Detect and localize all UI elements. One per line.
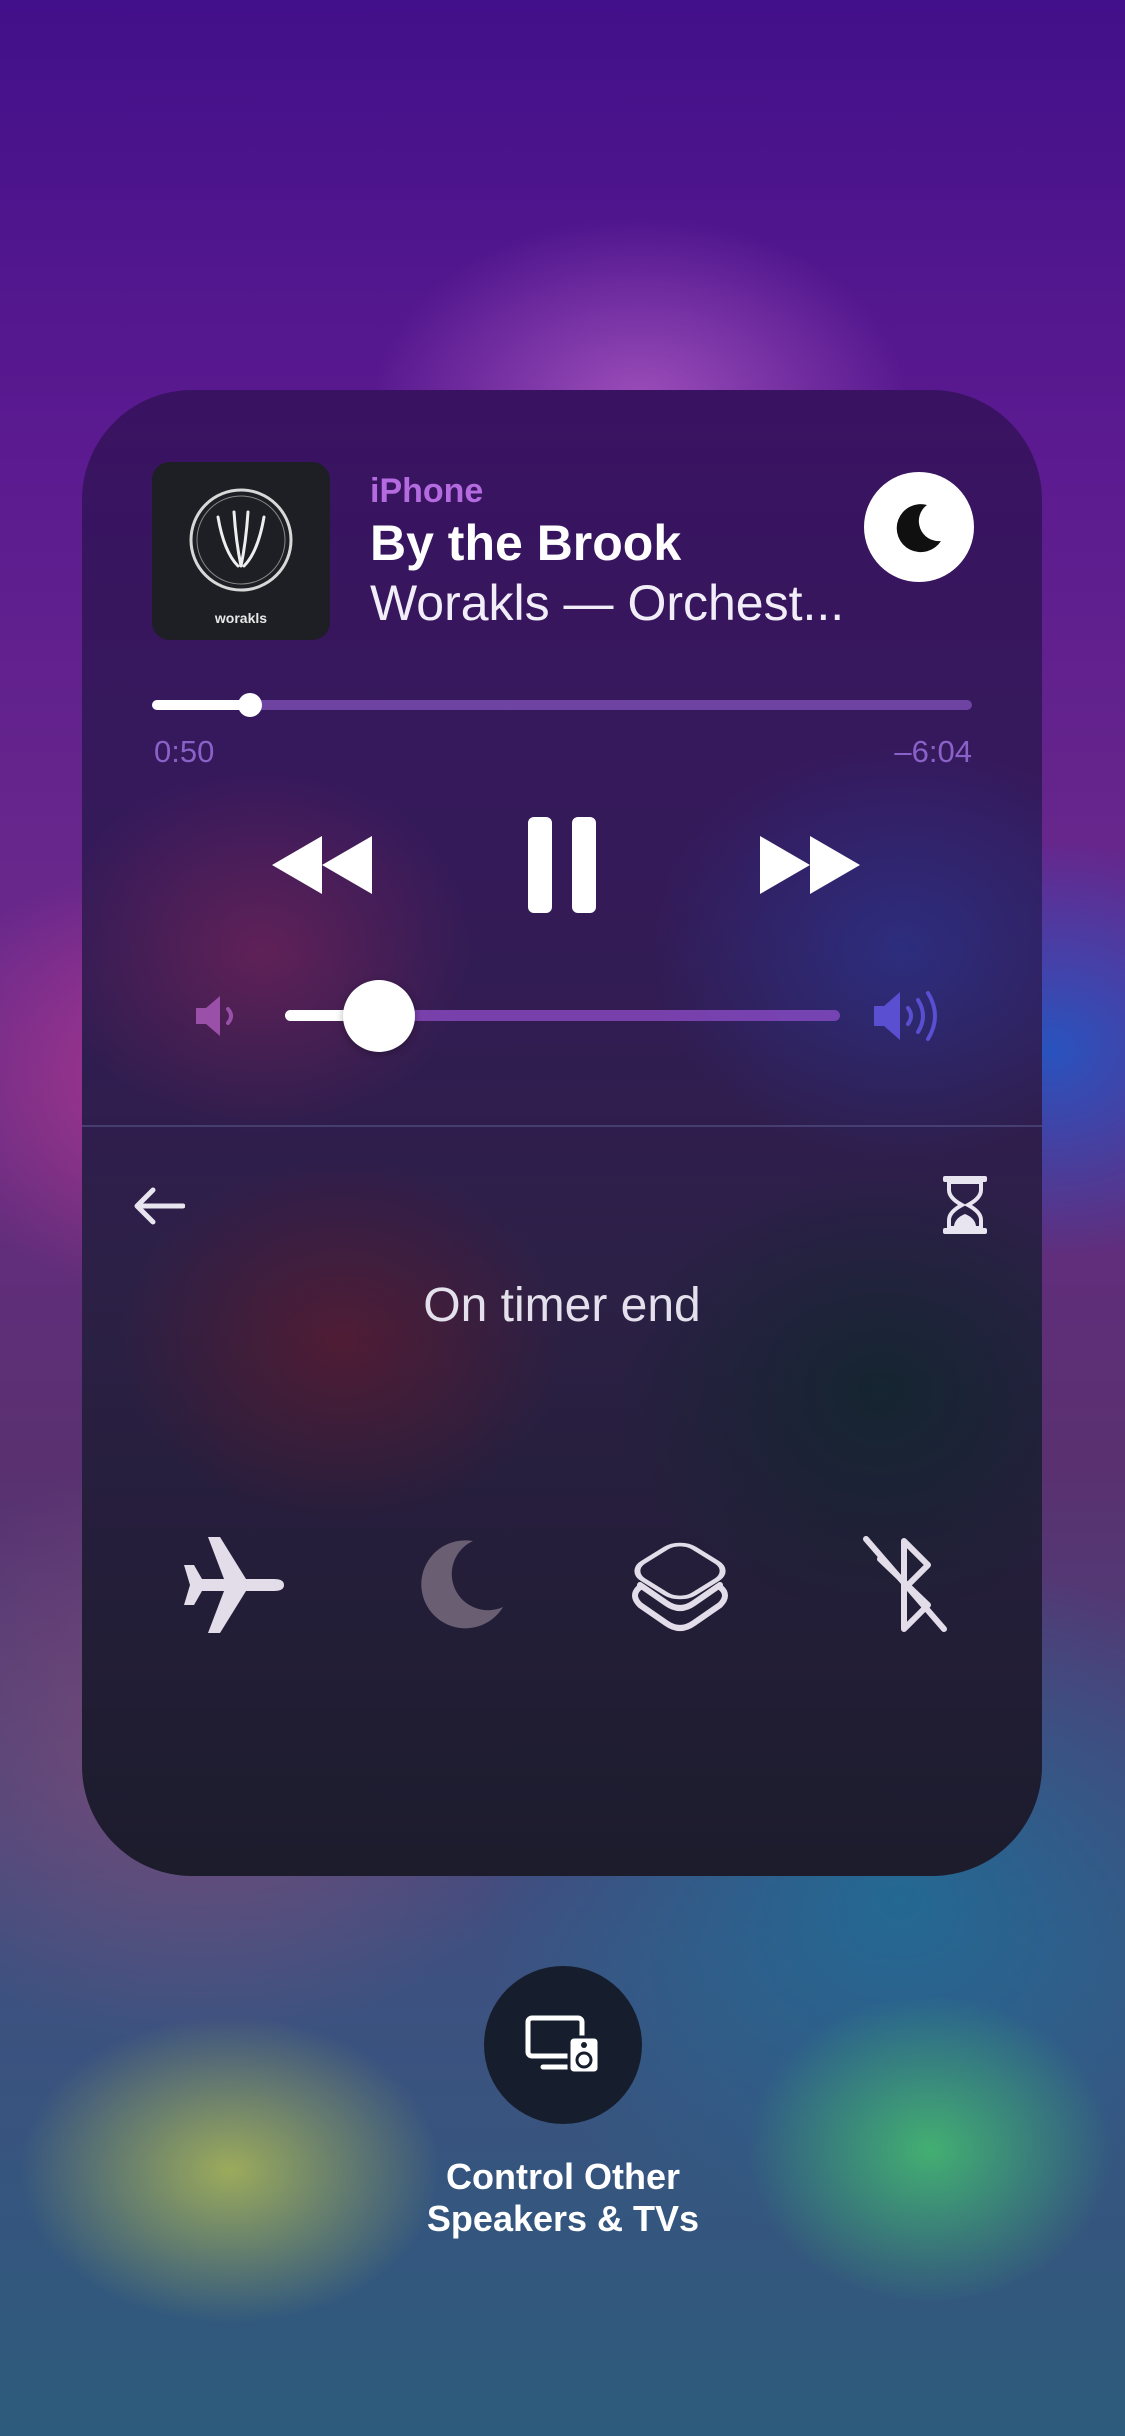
layers-icon	[632, 1542, 728, 1631]
volume-slider[interactable]	[285, 980, 840, 1052]
volume-high-icon	[874, 991, 937, 1041]
hourglass-icon	[943, 1176, 987, 1234]
back-button[interactable]	[128, 1175, 190, 1237]
playback-progress-fill	[152, 700, 251, 710]
artwork-label: worakls	[214, 610, 267, 626]
track-subtitle: Worakls — Orchest...	[370, 575, 845, 631]
arrow-left-icon	[134, 1187, 185, 1225]
volume-row	[82, 950, 1042, 1060]
album-artwork: worakls	[152, 462, 330, 640]
bluetooth-off-icon	[863, 1536, 947, 1632]
playback-scrubber-knob[interactable]	[238, 693, 263, 717]
shortcuts-button[interactable]	[615, 1520, 745, 1650]
elapsed-time: 0:50	[154, 734, 215, 769]
tv-speaker-icon	[525, 2015, 601, 2075]
bluetooth-button[interactable]	[839, 1520, 969, 1650]
volume-knob[interactable]	[343, 980, 416, 1052]
pause-button[interactable]	[502, 810, 622, 920]
section-divider	[82, 1125, 1042, 1127]
rewind-button[interactable]	[262, 810, 382, 920]
forward-icon	[760, 836, 860, 894]
pause-icon	[528, 817, 596, 913]
control-other-speakers-button[interactable]	[484, 1966, 642, 2124]
sleep-timer-button[interactable]	[864, 472, 974, 582]
control-other-speakers-line1: Control Other	[446, 2156, 680, 2197]
airplane-mode-button[interactable]	[170, 1520, 300, 1650]
control-other-speakers-label: Control Other Speakers & TVs	[300, 2156, 826, 2240]
timer-button[interactable]	[934, 1170, 996, 1240]
timer-end-label: On timer end	[423, 1279, 701, 1332]
backward-icon	[272, 836, 372, 894]
now-playing-card: worakls iPhone By the Brook Worakls — Or…	[82, 390, 1042, 1876]
control-other-speakers-line2: Speakers & TVs	[426, 2198, 700, 2239]
forward-button[interactable]	[750, 810, 870, 920]
remaining-time: –6:04	[894, 734, 972, 769]
moon-icon	[421, 1540, 503, 1629]
track-title: By the Brook	[370, 515, 682, 571]
playback-scrubber[interactable]	[152, 693, 972, 717]
volume-low-icon	[196, 996, 233, 1036]
playback-source[interactable]: iPhone	[370, 472, 483, 511]
moon-icon	[896, 504, 941, 553]
do-not-disturb-button[interactable]	[394, 1520, 524, 1650]
airplane-icon	[184, 1537, 284, 1633]
